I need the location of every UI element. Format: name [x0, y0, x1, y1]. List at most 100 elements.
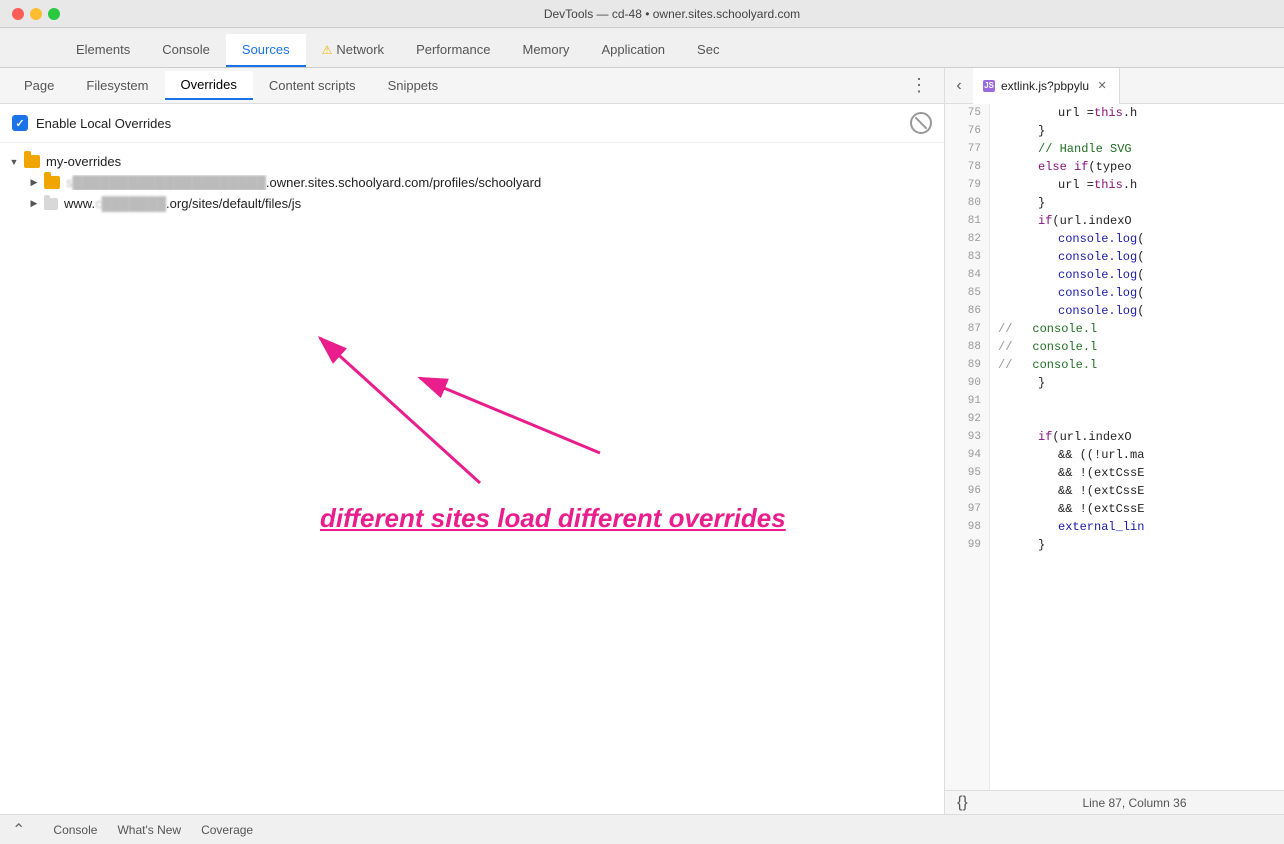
code-line-93: if (url.indexO	[998, 428, 1276, 446]
code-line-75: url = this.h	[998, 104, 1276, 122]
code-line-91	[998, 392, 1276, 410]
code-content: url = this.h } // Handle SVG else if (ty…	[990, 104, 1284, 790]
line-numbers: 75 76 77 78 79 80 81 82 83 84 85 86 87 8…	[945, 104, 990, 790]
tab-filesystem[interactable]: Filesystem	[70, 72, 164, 99]
tab-content-scripts[interactable]: Content scripts	[253, 72, 372, 99]
code-line-85: console.log(	[998, 284, 1276, 302]
line-num-76: 76	[945, 122, 989, 140]
root-folder[interactable]: ▼ my-overrides	[0, 151, 944, 172]
editor-file-tab[interactable]: JS extlink.js?pbpylu ✕	[973, 68, 1120, 104]
main-content: Page Filesystem Overrides Content script…	[0, 68, 1284, 814]
devtools-main-tabs: Elements Console Sources ⚠ Network Perfo…	[0, 28, 1284, 68]
right-panel: ‹ JS extlink.js?pbpylu ✕ 75 76 77 78 79 …	[945, 68, 1284, 814]
line-num-77: 77	[945, 140, 989, 158]
line-num-83: 83	[945, 248, 989, 266]
code-line-78: else if (typeo	[998, 158, 1276, 176]
tab-elements[interactable]: Elements	[60, 34, 146, 67]
file-tree: ▼ my-overrides ▶ s█████████████████████.…	[0, 143, 944, 814]
line-num-96: 96	[945, 482, 989, 500]
more-tabs-button[interactable]: ⋮	[902, 75, 936, 96]
folder-icon-2	[44, 198, 58, 210]
minimize-button[interactable]	[30, 8, 42, 20]
cursor-position: Line 87, Column 36	[997, 796, 1272, 810]
line-num-92: 92	[945, 410, 989, 428]
enable-overrides-checkbox[interactable]	[12, 115, 28, 131]
annotation-overlay: different sites load different overrides	[0, 143, 944, 814]
tab-page[interactable]: Page	[8, 72, 70, 99]
root-folder-label: my-overrides	[46, 154, 121, 169]
line-num-84: 84	[945, 266, 989, 284]
code-line-80: }	[998, 194, 1276, 212]
line-num-86: 86	[945, 302, 989, 320]
code-line-84: console.log(	[998, 266, 1276, 284]
line-num-94: 94	[945, 446, 989, 464]
secondary-tabs: Page Filesystem Overrides Content script…	[0, 68, 944, 104]
folder-schoolyard[interactable]: ▶ s█████████████████████.owner.sites.sch…	[0, 172, 944, 193]
bottom-tab-coverage[interactable]: Coverage	[201, 819, 253, 841]
code-line-88: // console.l	[998, 338, 1276, 356]
warning-icon: ⚠	[322, 43, 333, 57]
close-button[interactable]	[12, 8, 24, 20]
line-num-99: 99	[945, 536, 989, 554]
bottom-tab-whatsnew[interactable]: What's New	[117, 819, 181, 841]
tab-performance[interactable]: Performance	[400, 34, 506, 67]
window-title: DevTools — cd-48 • owner.sites.schoolyar…	[72, 7, 1272, 21]
line-num-75: 75	[945, 104, 989, 122]
maximize-button[interactable]	[48, 8, 60, 20]
left-panel: Page Filesystem Overrides Content script…	[0, 68, 945, 814]
line-num-82: 82	[945, 230, 989, 248]
bottom-bar: ⌃ Console What's New Coverage	[0, 814, 1284, 844]
code-line-95: && !(extCssE	[998, 464, 1276, 482]
disable-icon[interactable]	[910, 112, 932, 134]
folder-toggle[interactable]: ▼	[8, 156, 20, 168]
enable-overrides-label: Enable Local Overrides	[36, 116, 171, 131]
folder-icon-1	[44, 176, 60, 189]
tab-memory[interactable]: Memory	[506, 34, 585, 67]
tab-snippets[interactable]: Snippets	[372, 72, 455, 99]
code-line-82: console.log(	[998, 230, 1276, 248]
code-line-94: && ((!url.ma	[998, 446, 1276, 464]
line-num-89: 89	[945, 356, 989, 374]
line-num-88: 88	[945, 338, 989, 356]
titlebar: DevTools — cd-48 • owner.sites.schoolyar…	[0, 0, 1284, 28]
tab-security[interactable]: Sec	[681, 34, 735, 67]
format-icon[interactable]: {}	[957, 794, 997, 812]
code-line-77: // Handle SVG	[998, 140, 1276, 158]
status-bar: {} Line 87, Column 36	[945, 790, 1284, 814]
folder-schoolyard-label: s█████████████████████.owner.sites.schoo…	[66, 175, 541, 190]
line-num-97: 97	[945, 500, 989, 518]
code-line-81: if (url.indexO	[998, 212, 1276, 230]
editor-tab-filename: extlink.js?pbpylu	[1001, 79, 1089, 93]
code-line-97: && !(extCssE	[998, 500, 1276, 518]
code-line-87: // console.l	[998, 320, 1276, 338]
line-num-98: 98	[945, 518, 989, 536]
line-num-81: 81	[945, 212, 989, 230]
code-line-96: && !(extCssE	[998, 482, 1276, 500]
code-line-92	[998, 410, 1276, 428]
folder-toggle-2[interactable]: ▶	[28, 198, 40, 210]
tab-console[interactable]: Console	[146, 34, 226, 67]
drawer-toggle[interactable]: ⌃	[12, 820, 25, 840]
line-num-85: 85	[945, 284, 989, 302]
code-line-89: // console.l	[998, 356, 1276, 374]
line-num-91: 91	[945, 392, 989, 410]
editor-back-button[interactable]: ‹	[945, 68, 973, 104]
line-num-95: 95	[945, 464, 989, 482]
code-line-90: }	[998, 374, 1276, 392]
folder-icon	[24, 155, 40, 168]
tab-sources[interactable]: Sources	[226, 34, 306, 67]
folder-www-label: www.c███████.org/sites/default/files/js	[64, 196, 301, 211]
line-num-78: 78	[945, 158, 989, 176]
tab-network[interactable]: ⚠ Network	[306, 34, 400, 67]
tab-overrides[interactable]: Overrides	[165, 71, 253, 100]
folder-www[interactable]: ▶ www.c███████.org/sites/default/files/j…	[0, 193, 944, 214]
js-file-icon: JS	[983, 80, 995, 92]
tab-close-button[interactable]: ✕	[1095, 79, 1109, 93]
folder-toggle-1[interactable]: ▶	[28, 177, 40, 189]
code-editor[interactable]: 75 76 77 78 79 80 81 82 83 84 85 86 87 8…	[945, 104, 1284, 790]
code-line-98: external_lin	[998, 518, 1276, 536]
bottom-tab-console[interactable]: Console	[53, 819, 97, 841]
line-num-90: 90	[945, 374, 989, 392]
code-line-76: }	[998, 122, 1276, 140]
tab-application[interactable]: Application	[585, 34, 681, 67]
